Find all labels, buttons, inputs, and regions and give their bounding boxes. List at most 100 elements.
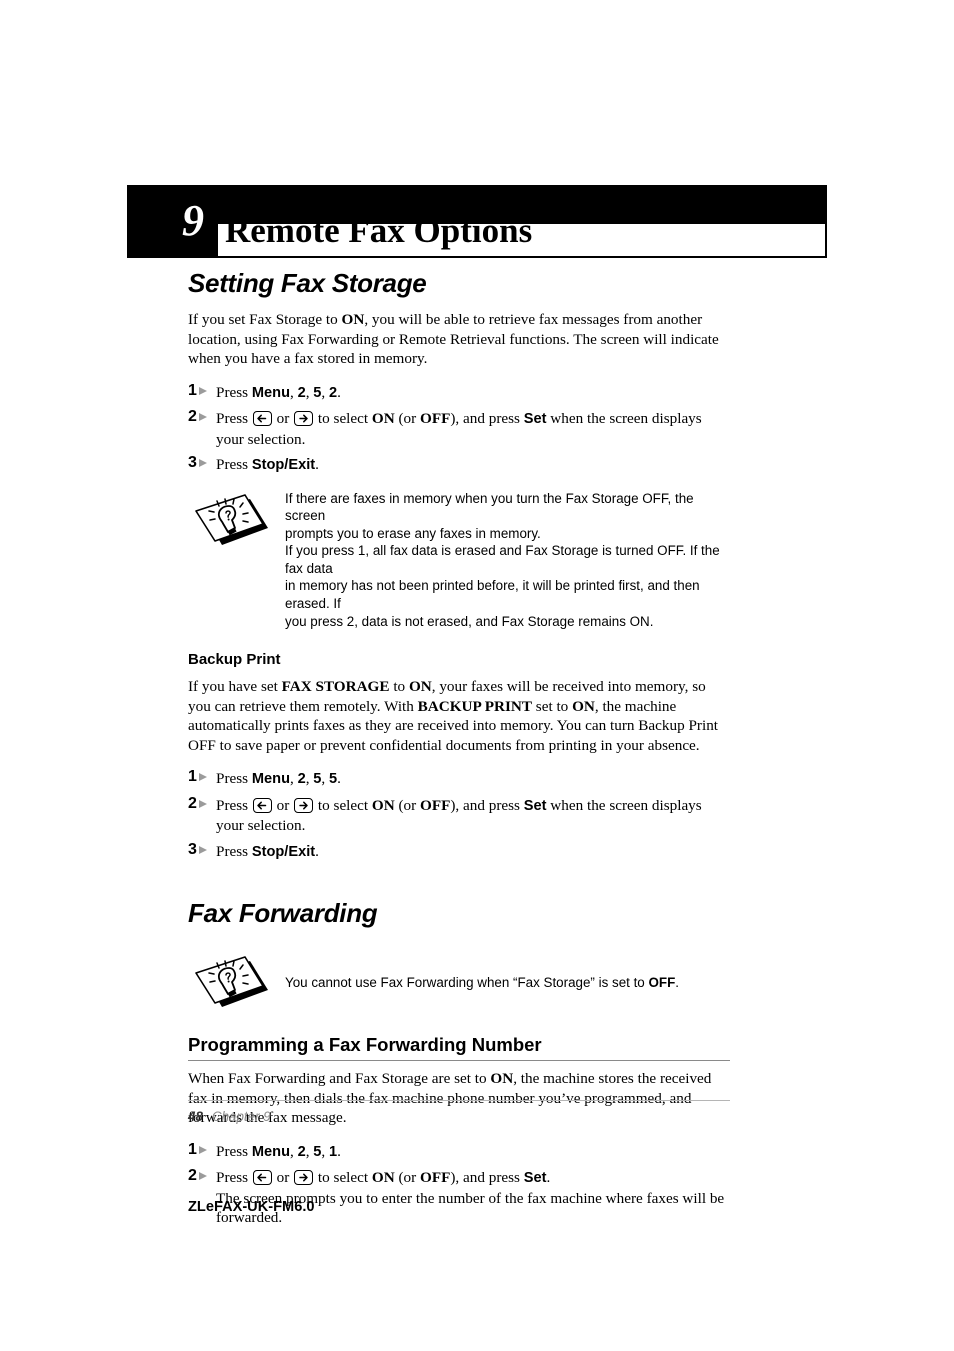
value-on: ON bbox=[490, 1070, 514, 1088]
period: . bbox=[315, 842, 319, 860]
key-label-stop-exit: Stop/Exit bbox=[251, 843, 316, 860]
text-part: When Fax Forwarding and Fax Storage are … bbox=[188, 1070, 491, 1088]
step-number: 2 bbox=[188, 795, 214, 813]
step-item: 3 Press Stop/Exit. bbox=[188, 454, 730, 476]
arrow-left-key-icon bbox=[252, 1170, 272, 1186]
period: . bbox=[546, 1169, 551, 1187]
step-text-press: Press bbox=[216, 383, 252, 401]
key-label-digit: 2 bbox=[329, 384, 338, 401]
footer-chapter-label: Chapter 9 bbox=[211, 1109, 271, 1124]
key-label-set: Set bbox=[523, 411, 547, 427]
key-label-digit: 2 bbox=[297, 771, 306, 788]
fax-storage-intro: If you set Fax Storage to ON, you will b… bbox=[188, 310, 730, 369]
sep: , bbox=[321, 770, 330, 788]
step-item: 2 Press or to select ON (or OFF), and pre… bbox=[188, 795, 730, 836]
step-text-press: Press bbox=[216, 770, 252, 788]
term-fax-storage: FAX STORAGE bbox=[281, 678, 390, 696]
term-backup-print: BACKUP PRINT bbox=[417, 697, 532, 715]
chapter-header-band: 9 Remote Fax Options bbox=[127, 185, 827, 258]
key-label-set: Set bbox=[523, 1170, 547, 1187]
value-off: OFF bbox=[648, 975, 676, 991]
or-text: or bbox=[272, 410, 294, 427]
arrow-right-key-icon bbox=[294, 1170, 314, 1186]
step-item: 2 Press or to select ON (or OFF), and pre… bbox=[188, 1167, 730, 1189]
or-text: or bbox=[272, 1169, 294, 1187]
paren-open: (or bbox=[394, 796, 420, 814]
footer-divider bbox=[188, 1100, 730, 1101]
note-line: in memory has not been printed before, i… bbox=[285, 578, 700, 612]
step-arrow-icon bbox=[199, 1172, 207, 1181]
key-label-digit: 2 bbox=[297, 1143, 306, 1160]
page-title: Remote Fax Options bbox=[225, 211, 533, 250]
step-item: 1 Press Menu, 2, 5, 5. bbox=[188, 768, 730, 790]
sep: , bbox=[289, 1142, 298, 1160]
note-line: you press 2, data is not erased, and Fax… bbox=[285, 613, 654, 629]
text-part: to bbox=[389, 678, 409, 696]
step-number-value: 3 bbox=[188, 454, 197, 471]
step-number-value: 3 bbox=[188, 840, 197, 858]
or-text: or bbox=[272, 796, 294, 814]
step-item: 3 Press Stop/Exit. bbox=[188, 840, 730, 863]
document-code: ZLeFAX-UK-FM6.0 bbox=[188, 1199, 315, 1215]
step-number: 3 bbox=[188, 454, 214, 472]
paren-close: ), and press bbox=[450, 1169, 524, 1187]
paren-open: (or bbox=[394, 1169, 420, 1187]
note-line: prompts you to erase any faxes in memory… bbox=[285, 525, 541, 541]
step-text-press: Press bbox=[216, 456, 252, 473]
note-line: If you press 1, all fax data is erased a… bbox=[285, 543, 720, 576]
step-number-value: 1 bbox=[188, 381, 197, 399]
step-text-press: Press bbox=[216, 1142, 252, 1160]
note-text-part1: You cannot use Fax Forwarding when “Fax … bbox=[285, 975, 649, 991]
sep: , bbox=[321, 1142, 330, 1160]
step-text-mid: to select bbox=[314, 1169, 372, 1187]
value-on: ON bbox=[408, 678, 432, 696]
step-item: 1 Press Menu, 2, 5, 2. bbox=[188, 381, 730, 404]
step-arrow-icon bbox=[199, 773, 207, 782]
manual-page: 9 Remote Fax Options Setting Fax Storage… bbox=[0, 0, 954, 1351]
tip-note-text: You cannot use Fax Forwarding when “Fax … bbox=[285, 952, 730, 992]
value-on: ON bbox=[572, 697, 595, 715]
step-arrow-icon bbox=[199, 459, 207, 467]
key-label-digit: 5 bbox=[329, 771, 338, 788]
content-column: Setting Fax Storage If you set Fax Stora… bbox=[188, 268, 730, 1228]
note-line: If there are faxes in memory when you tu… bbox=[285, 490, 694, 524]
key-label-digit: 2 bbox=[297, 384, 306, 401]
footer-line: 48 Chapter 9 bbox=[188, 1108, 730, 1125]
step-item: 1 Press Menu, 2, 5, 1. bbox=[188, 1140, 730, 1163]
period: . bbox=[337, 770, 341, 788]
arrow-left-key-icon bbox=[252, 797, 272, 813]
step-number-value: 2 bbox=[188, 794, 197, 812]
key-label-digit: 1 bbox=[329, 1143, 338, 1160]
value-on: ON bbox=[371, 1169, 395, 1187]
step-number-value: 1 bbox=[188, 768, 197, 786]
sep: , bbox=[289, 383, 298, 401]
fax-storage-intro-on: ON bbox=[341, 311, 365, 328]
backup-print-body: If you have set FAX STORAGE to ON, your … bbox=[188, 677, 730, 755]
value-on: ON bbox=[371, 796, 395, 814]
tip-note-text: If there are faxes in memory when you tu… bbox=[285, 490, 730, 631]
section-heading-fax-storage: Setting Fax Storage bbox=[188, 268, 427, 298]
step-number-value: 1 bbox=[188, 1140, 197, 1158]
step-text-mid: to select bbox=[314, 410, 372, 427]
arrow-right-key-icon bbox=[294, 411, 314, 426]
note-text-part2: . bbox=[675, 975, 679, 991]
arrow-left-key-icon bbox=[252, 411, 272, 426]
step-number-value: 2 bbox=[188, 408, 197, 425]
step-number: 2 bbox=[188, 408, 214, 426]
step-number: 1 bbox=[188, 768, 214, 786]
step-arrow-icon bbox=[199, 799, 207, 808]
step-number-value: 2 bbox=[188, 1167, 197, 1185]
key-label-menu: Menu bbox=[251, 771, 290, 788]
value-off: OFF bbox=[420, 410, 451, 427]
fax-storage-intro-part1: If you set Fax Storage to bbox=[188, 311, 342, 328]
page-footer: 48 Chapter 9 bbox=[188, 1100, 730, 1125]
tip-note-block: You cannot use Fax Forwarding when “Fax … bbox=[188, 952, 730, 1010]
tip-lightbulb-icon bbox=[188, 490, 272, 552]
step-text-press: Press bbox=[216, 410, 252, 427]
arrow-right-key-icon bbox=[294, 797, 314, 813]
period: . bbox=[315, 456, 319, 473]
sep: , bbox=[289, 770, 298, 788]
step-arrow-icon bbox=[199, 845, 207, 854]
key-label-stop-exit: Stop/Exit bbox=[251, 457, 316, 473]
section-heading-fax-forwarding: Fax Forwarding bbox=[188, 898, 378, 929]
